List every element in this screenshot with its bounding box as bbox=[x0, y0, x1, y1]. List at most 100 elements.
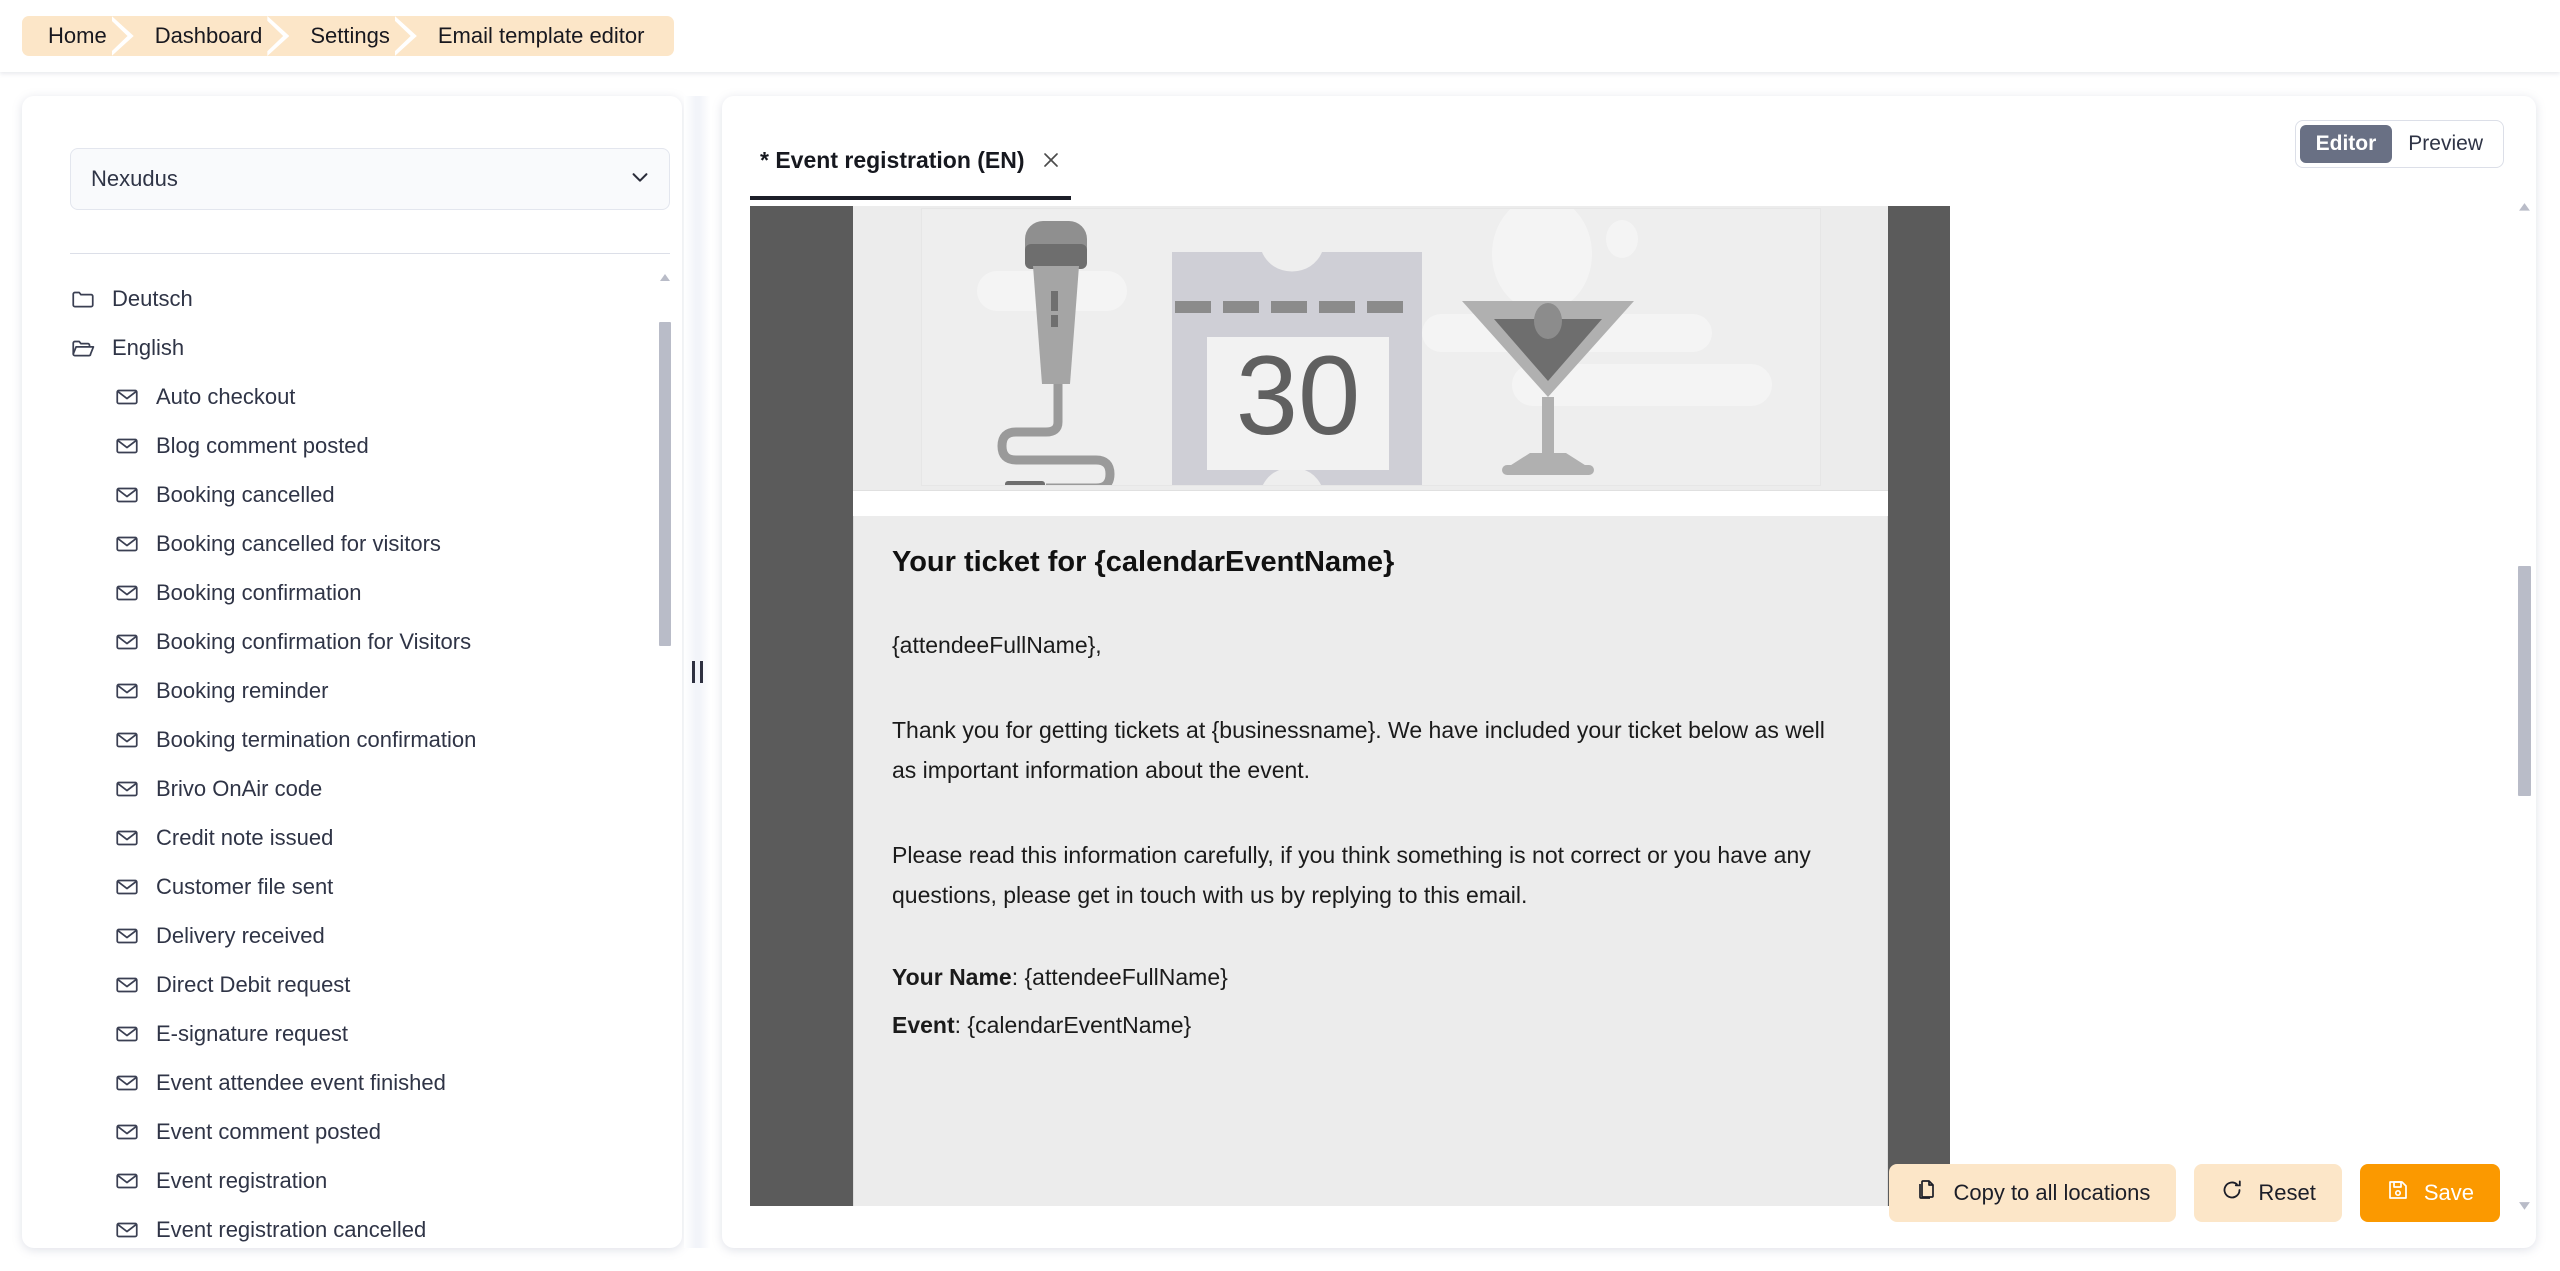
tree-item-label: Auto checkout bbox=[156, 383, 296, 409]
email-field-your-name: Your Name: {attendeeFullName} bbox=[892, 960, 1849, 994]
email-body[interactable]: Your ticket for {calendarEventName} {att… bbox=[853, 516, 1888, 1206]
tree-item-label: English bbox=[112, 334, 185, 360]
editor-panel: * Event registration (EN) Editor Preview bbox=[722, 96, 2536, 1248]
breadcrumb-bar: Home Dashboard Settings Email template e… bbox=[0, 0, 2560, 72]
reset-button[interactable]: Reset bbox=[2194, 1164, 2342, 1222]
email-section-gap bbox=[853, 491, 1888, 516]
tree-item-event-registration[interactable]: Event registration bbox=[22, 1156, 682, 1205]
tab-editor[interactable]: Editor bbox=[2299, 125, 2393, 163]
tree-item-booking-termination-confirmation[interactable]: Booking termination confirmation bbox=[22, 715, 682, 764]
save-button[interactable]: Save bbox=[2359, 1164, 2500, 1222]
template-tree: Deutsch English Auto checkout Blog comme… bbox=[22, 274, 682, 1248]
tree-item-label: Event registration bbox=[156, 1167, 328, 1193]
tab-preview[interactable]: Preview bbox=[2392, 125, 2499, 163]
tree-item-label: Event registration cancelled bbox=[156, 1216, 427, 1242]
scrollbar-thumb[interactable] bbox=[2518, 566, 2531, 796]
envelope-icon bbox=[114, 433, 140, 459]
envelope-icon bbox=[114, 972, 140, 998]
tree-item-label: Deutsch bbox=[112, 285, 193, 311]
email-greeting: {attendeeFullName}, bbox=[892, 632, 1102, 658]
email-field-value: : {calendarEventName} bbox=[954, 1012, 1192, 1038]
business-select[interactable]: Nexudus bbox=[70, 148, 670, 210]
email-canvas[interactable]: 30 Your ticket for {calendarEventName} {… bbox=[853, 206, 1888, 1206]
tree-item-label: Booking confirmation for Visitors bbox=[156, 628, 472, 654]
breadcrumb-item-email-template-editor[interactable]: Email template editor bbox=[415, 16, 675, 56]
tree-item-e-signature-request[interactable]: E-signature request bbox=[22, 1009, 682, 1058]
envelope-icon bbox=[114, 874, 140, 900]
breadcrumb-item-dashboard[interactable]: Dashboard bbox=[132, 16, 289, 56]
tree-item-event-registration-cancelled[interactable]: Event registration cancelled bbox=[22, 1205, 682, 1248]
scroll-up-arrow-icon[interactable] bbox=[2518, 200, 2531, 211]
tree-item-delivery-received[interactable]: Delivery received bbox=[22, 911, 682, 960]
tree-item-brivo-onair-code[interactable]: Brivo OnAir code bbox=[22, 764, 682, 813]
refresh-icon bbox=[2220, 1178, 2244, 1208]
template-tree-scrollbar[interactable] bbox=[658, 274, 672, 1248]
folder-open-icon bbox=[70, 335, 96, 361]
tree-item-label: Brivo OnAir code bbox=[156, 775, 323, 801]
button-label: Copy to all locations bbox=[1953, 1180, 2151, 1205]
tree-folder-english[interactable]: English bbox=[22, 323, 682, 372]
tree-item-auto-checkout[interactable]: Auto checkout bbox=[22, 372, 682, 421]
tree-item-direct-debit-request[interactable]: Direct Debit request bbox=[22, 960, 682, 1009]
envelope-icon bbox=[114, 384, 140, 410]
scroll-up-arrow-icon[interactable] bbox=[659, 270, 671, 281]
save-disk-icon bbox=[2386, 1178, 2410, 1208]
editor-scrollbar[interactable] bbox=[2516, 203, 2532, 1214]
splitter-grip-icon[interactable] bbox=[691, 661, 703, 683]
breadcrumb-item-settings[interactable]: Settings bbox=[288, 16, 416, 56]
tree-item-label: Booking cancelled bbox=[156, 481, 335, 507]
envelope-icon bbox=[114, 1119, 140, 1145]
envelope-icon bbox=[114, 923, 140, 949]
editor-tabbar: * Event registration (EN) Editor Preview bbox=[722, 96, 2536, 200]
tree-item-label: Booking termination confirmation bbox=[156, 726, 477, 752]
tree-item-label: Blog comment posted bbox=[156, 432, 369, 458]
tree-folder-deutsch[interactable]: Deutsch bbox=[22, 274, 682, 323]
tree-item-booking-confirmation-for-visitors[interactable]: Booking confirmation for Visitors bbox=[22, 617, 682, 666]
panel-splitter[interactable] bbox=[684, 96, 710, 1248]
envelope-icon bbox=[114, 1070, 140, 1096]
tree-item-label: Booking confirmation bbox=[156, 579, 362, 605]
tree-item-label: E-signature request bbox=[156, 1020, 348, 1046]
copy-icon bbox=[1915, 1178, 1939, 1208]
envelope-icon bbox=[114, 629, 140, 655]
email-editor-viewport[interactable]: 30 Your ticket for {calendarEventName} {… bbox=[750, 206, 2508, 1206]
close-icon[interactable] bbox=[1041, 150, 1061, 170]
chevron-down-icon bbox=[629, 166, 651, 193]
envelope-icon bbox=[114, 580, 140, 606]
scrollbar-thumb[interactable] bbox=[659, 322, 671, 646]
email-field-label: Event bbox=[892, 1012, 955, 1038]
envelope-icon bbox=[114, 727, 140, 753]
editor-footer-actions: Copy to all locations Reset Save bbox=[1889, 1164, 2500, 1222]
tree-item-customer-file-sent[interactable]: Customer file sent bbox=[22, 862, 682, 911]
envelope-icon bbox=[114, 482, 140, 508]
tree-item-booking-cancelled[interactable]: Booking cancelled bbox=[22, 470, 682, 519]
envelope-icon bbox=[114, 1168, 140, 1194]
tab-event-registration[interactable]: * Event registration (EN) bbox=[750, 124, 1071, 200]
tree-item-label: Direct Debit request bbox=[156, 971, 351, 997]
tree-item-booking-confirmation[interactable]: Booking confirmation bbox=[22, 568, 682, 617]
event-illustration-image: 30 bbox=[921, 208, 1821, 486]
email-field-value: : {attendeeFullName} bbox=[1011, 964, 1228, 990]
envelope-icon bbox=[114, 825, 140, 851]
tree-item-label: Booking cancelled for visitors bbox=[156, 530, 441, 556]
email-hero-section[interactable]: 30 bbox=[853, 206, 1888, 491]
tree-item-event-comment-posted[interactable]: Event comment posted bbox=[22, 1107, 682, 1156]
scroll-down-arrow-icon[interactable] bbox=[2518, 1198, 2531, 1210]
tree-item-booking-reminder[interactable]: Booking reminder bbox=[22, 666, 682, 715]
tree-item-event-attendee-event-finished[interactable]: Event attendee event finished bbox=[22, 1058, 682, 1107]
tree-item-credit-note-issued[interactable]: Credit note issued bbox=[22, 813, 682, 862]
editor-preview-toggle[interactable]: Editor Preview bbox=[2294, 120, 2504, 168]
business-select-value: Nexudus bbox=[91, 166, 178, 191]
email-paragraph-2: Please read this information carefully, … bbox=[892, 842, 1811, 908]
copy-to-all-locations-button[interactable]: Copy to all locations bbox=[1889, 1164, 2177, 1222]
panel-divider bbox=[70, 253, 670, 254]
email-paragraph-1: Thank you for getting tickets at {busine… bbox=[892, 717, 1825, 783]
tree-item-blog-comment-posted[interactable]: Blog comment posted bbox=[22, 421, 682, 470]
tree-item-label: Event comment posted bbox=[156, 1118, 382, 1144]
tree-item-label: Booking reminder bbox=[156, 677, 329, 703]
tree-item-booking-cancelled-for-visitors[interactable]: Booking cancelled for visitors bbox=[22, 519, 682, 568]
envelope-icon bbox=[114, 776, 140, 802]
envelope-icon bbox=[114, 1217, 140, 1243]
breadcrumb-item-home[interactable]: Home bbox=[22, 16, 133, 56]
svg-text:30: 30 bbox=[1236, 333, 1361, 458]
